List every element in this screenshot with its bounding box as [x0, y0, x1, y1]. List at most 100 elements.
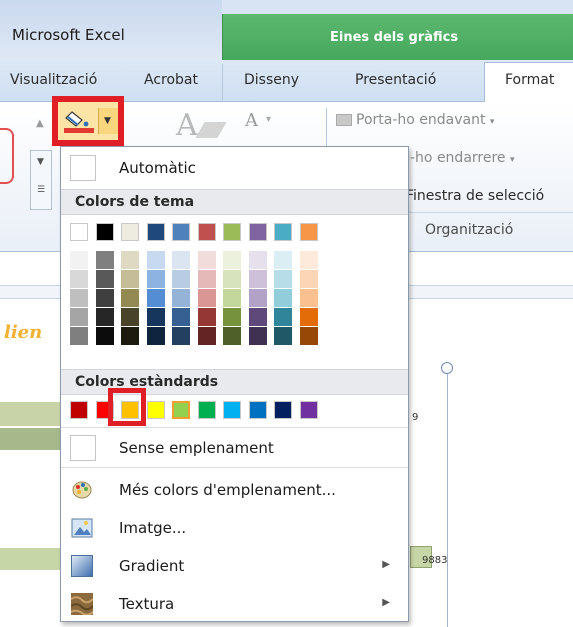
theme-shade-swatch[interactable] [121, 289, 139, 307]
ribbon-left-edge-control[interactable] [0, 128, 14, 184]
theme-shade-swatch[interactable] [248, 327, 267, 345]
theme-shade-swatch[interactable] [197, 308, 216, 326]
menu-separator [61, 467, 408, 468]
theme-shade-swatch[interactable] [248, 251, 267, 269]
send-backward-button[interactable]: -ho endarrere ▾ [410, 150, 515, 166]
theme-shade-swatch[interactable] [146, 289, 165, 307]
theme-color-swatch[interactable] [299, 223, 318, 241]
expand-gallery-icon[interactable]: ☰ [37, 185, 45, 195]
theme-shade-swatch[interactable] [223, 270, 241, 288]
standard-color-swatch[interactable] [223, 401, 241, 419]
theme-shade-swatch[interactable] [121, 251, 139, 269]
theme-shade-swatch[interactable] [248, 289, 267, 307]
theme-shade-swatch[interactable] [146, 327, 165, 345]
arrange-group-label: Organització [425, 222, 514, 238]
theme-shade-swatch[interactable] [121, 308, 139, 326]
bring-forward-icon [336, 114, 352, 126]
tab-layout[interactable]: Presentació [355, 72, 436, 88]
gallery-scroll[interactable]: ▼ ☰ [30, 150, 52, 210]
theme-shade-swatch[interactable] [274, 308, 292, 326]
theme-shade-swatch[interactable] [299, 308, 318, 326]
theme-shade-swatch[interactable] [248, 308, 267, 326]
tab-design[interactable]: Disseny [244, 72, 299, 88]
theme-shade-swatch[interactable] [95, 251, 114, 269]
theme-shade-swatch[interactable] [299, 289, 318, 307]
tab-view[interactable]: Visualització [10, 72, 97, 88]
theme-shade-swatch[interactable] [223, 308, 241, 326]
theme-shade-swatch[interactable] [70, 251, 88, 269]
theme-shade-swatch[interactable] [146, 308, 165, 326]
theme-shade-swatch[interactable] [146, 270, 165, 288]
theme-shade-swatch[interactable] [197, 251, 216, 269]
theme-shade-swatch[interactable] [172, 308, 190, 326]
theme-shade-swatch[interactable] [95, 308, 114, 326]
theme-color-swatch[interactable] [197, 223, 216, 241]
theme-shade-swatch[interactable] [121, 270, 139, 288]
theme-shade-swatch[interactable] [274, 327, 292, 345]
theme-shade-swatch[interactable] [197, 289, 216, 307]
standard-color-swatch[interactable] [70, 401, 88, 419]
theme-shade-swatch[interactable] [172, 270, 190, 288]
theme-shade-swatch[interactable] [70, 289, 88, 307]
menu-item-automatic[interactable]: Automàtic [61, 149, 408, 187]
gallery-scroll-up-icon[interactable]: ▲ [36, 118, 44, 129]
bring-forward-label: Porta-ho endavant [356, 112, 486, 128]
theme-shade-swatch[interactable] [299, 251, 318, 269]
theme-shade-swatch[interactable] [197, 270, 216, 288]
theme-shade-swatch[interactable] [248, 270, 267, 288]
scroll-down-icon[interactable]: ▼ [37, 157, 44, 167]
tab-acrobat[interactable]: Acrobat [144, 72, 198, 88]
theme-shade-swatch[interactable] [172, 251, 190, 269]
chart-handle[interactable] [441, 362, 453, 374]
theme-shade-swatch[interactable] [172, 327, 190, 345]
theme-color-swatch[interactable] [121, 223, 139, 241]
theme-color-swatch[interactable] [70, 223, 88, 241]
text-outline-icon[interactable]: A [245, 110, 258, 131]
theme-shade-swatch[interactable] [274, 289, 292, 307]
texture-label: Textura [119, 595, 175, 613]
theme-color-swatch[interactable] [172, 223, 190, 241]
menu-item-picture[interactable]: Imatge... [61, 509, 408, 547]
selected-color-highlight [108, 388, 146, 426]
theme-shade-swatch[interactable] [223, 327, 241, 345]
chevron-down-icon[interactable]: ▾ [266, 114, 271, 125]
theme-shade-swatch[interactable] [70, 270, 88, 288]
theme-shade-swatch[interactable] [146, 251, 165, 269]
theme-shade-swatch[interactable] [223, 251, 241, 269]
standard-color-swatch[interactable] [274, 401, 292, 419]
bring-forward-button[interactable]: Porta-ho endavant ▾ [336, 112, 494, 128]
theme-shade-swatch[interactable] [95, 270, 114, 288]
standard-color-swatch[interactable] [248, 401, 267, 419]
theme-shade-swatch[interactable] [95, 289, 114, 307]
theme-color-swatch[interactable] [248, 223, 267, 241]
theme-shade-swatch[interactable] [274, 251, 292, 269]
theme-shade-swatch[interactable] [299, 270, 318, 288]
theme-shade-swatch[interactable] [121, 327, 139, 345]
theme-shade-swatch[interactable] [223, 289, 241, 307]
theme-color-swatch[interactable] [223, 223, 241, 241]
theme-shade-swatch[interactable] [172, 289, 190, 307]
menu-item-texture[interactable]: Textura ▶ [61, 585, 408, 623]
app-title: Microsoft Excel [12, 26, 125, 44]
standard-color-swatch[interactable] [299, 401, 318, 419]
selection-pane-button[interactable]: Finestra de selecció [406, 188, 544, 204]
theme-color-swatch[interactable] [146, 223, 165, 241]
standard-color-swatch[interactable] [197, 401, 216, 419]
theme-shade-swatch[interactable] [274, 270, 292, 288]
menu-item-more-colors[interactable]: Més colors d'emplenament... [61, 471, 408, 509]
send-backward-label: -ho endarrere [410, 150, 506, 166]
theme-shade-swatch[interactable] [70, 327, 88, 345]
menu-item-no-fill[interactable]: Sense emplenament [61, 429, 408, 467]
theme-shade-swatch[interactable] [95, 327, 114, 345]
theme-color-swatch[interactable] [274, 223, 292, 241]
standard-color-swatch[interactable] [172, 401, 190, 419]
chevron-down-icon: ▼ [104, 116, 111, 126]
shape-fill-dropdown-arrow[interactable]: ▼ [98, 108, 118, 134]
theme-color-swatch[interactable] [95, 223, 114, 241]
theme-shade-swatch[interactable] [197, 327, 216, 345]
menu-item-gradient[interactable]: Gradient ▶ [61, 547, 408, 585]
theme-shade-swatch[interactable] [299, 327, 318, 345]
theme-shade-swatch[interactable] [70, 308, 88, 326]
tab-format[interactable]: Format [505, 72, 554, 88]
standard-color-swatch[interactable] [146, 401, 165, 419]
